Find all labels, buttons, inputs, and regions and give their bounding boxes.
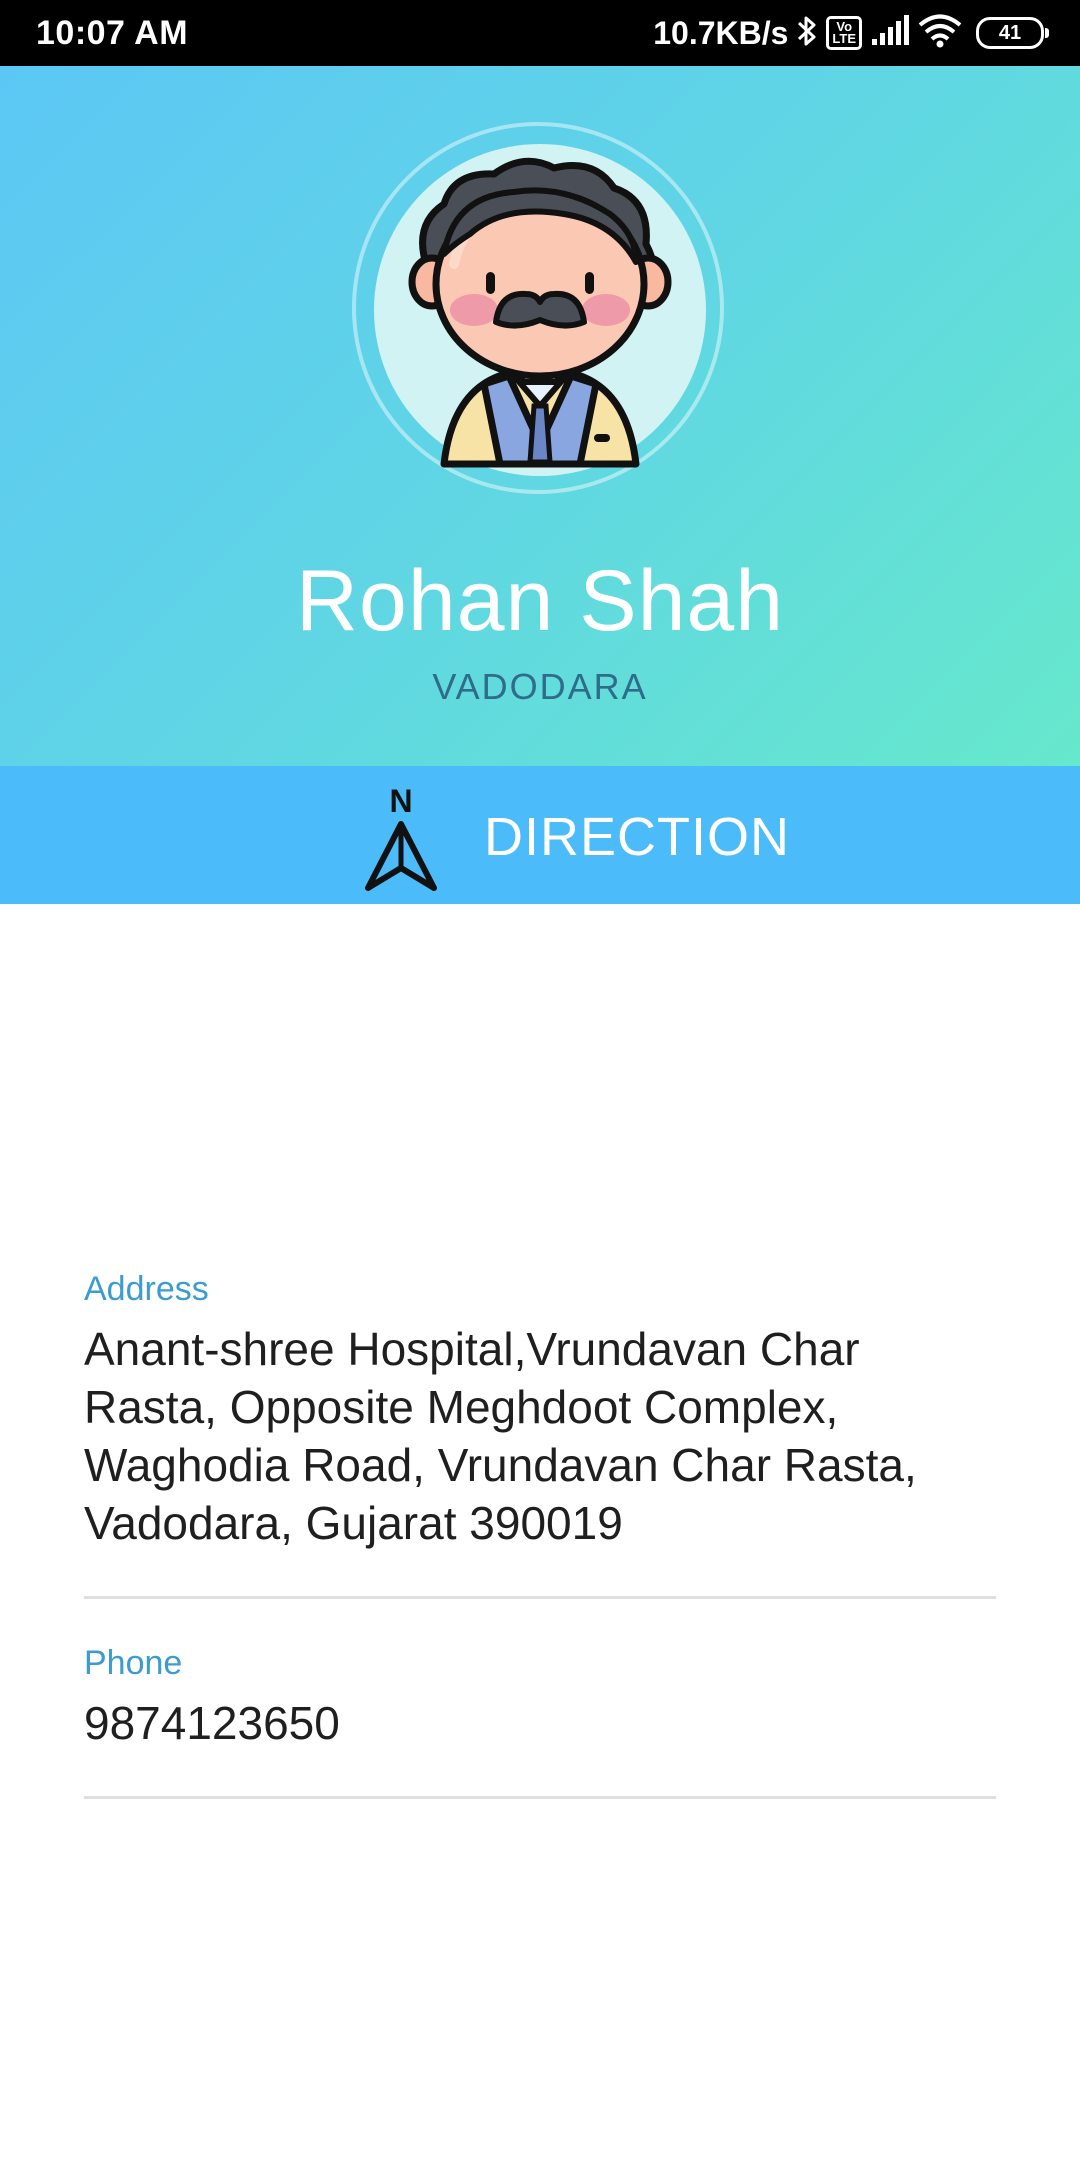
- address-label: Address: [84, 1270, 209, 1308]
- doctor-avatar-icon: [408, 157, 672, 468]
- profile-name: Rohan Shah: [295, 553, 785, 649]
- volte-icon: Vo LTE: [826, 16, 862, 50]
- north-letter: N: [389, 783, 412, 819]
- direction-button[interactable]: N DIRECTION: [0, 766, 1080, 904]
- profile-city: VADODARA: [432, 666, 648, 707]
- north-arrow-icon: N: [365, 783, 437, 891]
- battery-level: 41: [998, 21, 1022, 44]
- bluetooth-icon: [796, 13, 818, 54]
- screen: 10:07 AM 10.7KB/s Vo LTE 41 Rohan Shah V…: [0, 0, 1080, 2160]
- network-speed: 10.7KB/s: [653, 14, 789, 51]
- wifi-icon: [918, 14, 962, 53]
- status-bar: 10:07 AM 10.7KB/s Vo LTE 41: [0, 0, 1080, 66]
- direction-label: DIRECTION: [484, 807, 790, 867]
- status-time: 10:07 AM: [36, 14, 189, 52]
- signal-icon: [870, 14, 910, 52]
- phone-value[interactable]: 9874123650: [84, 1694, 1004, 1752]
- phone-label: Phone: [84, 1644, 183, 1682]
- profile-header: Rohan Shah VADODARA: [0, 66, 1080, 766]
- divider: [84, 1596, 996, 1599]
- address-value: Anant-shree Hospital,Vrundavan Char Rast…: [84, 1323, 917, 1549]
- status-icons: 10.7KB/s Vo LTE 41: [653, 12, 1049, 54]
- battery-icon: 41: [976, 17, 1049, 49]
- divider: [84, 1796, 996, 1799]
